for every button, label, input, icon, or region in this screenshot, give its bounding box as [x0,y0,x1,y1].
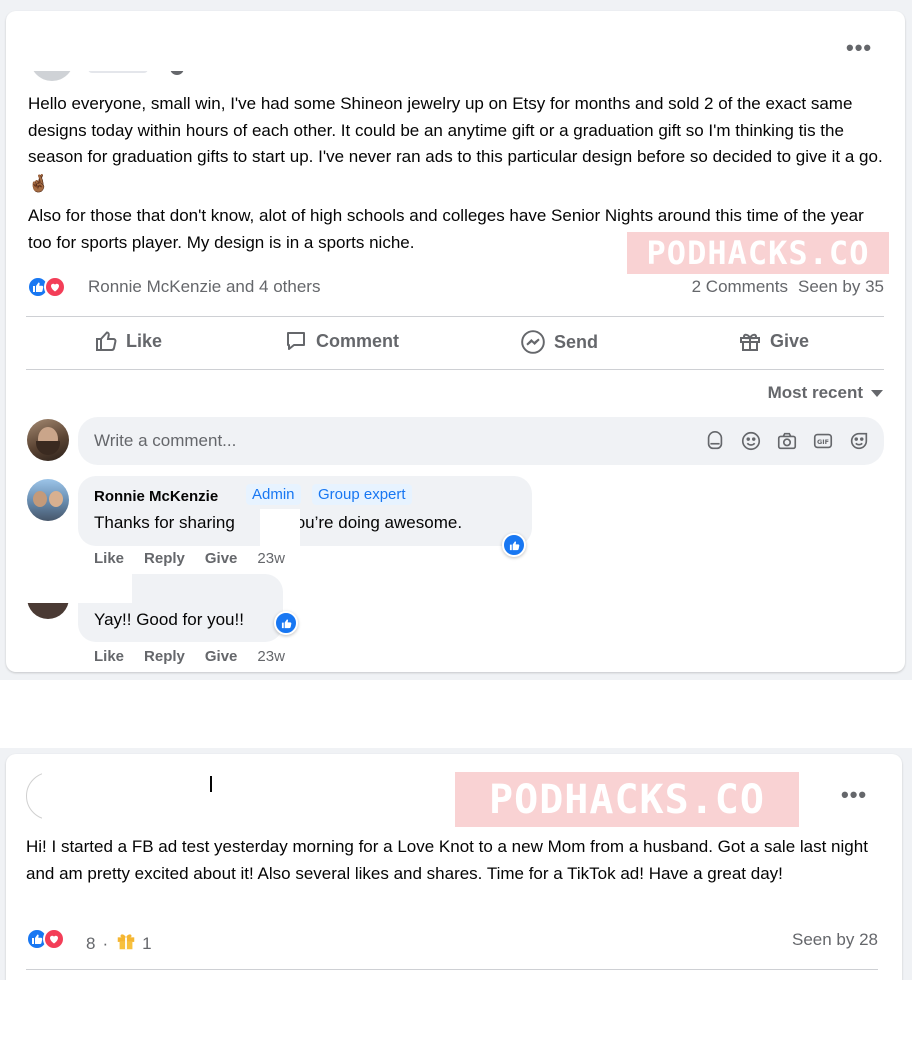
group-expert-badge[interactable]: Group expert [312,484,412,505]
sort-label: Most recent [767,383,863,402]
comment-time[interactable]: 23w [257,550,285,567]
comment-button[interactable]: Comment [284,329,399,353]
svg-text:GIF: GIF [817,438,829,446]
send-button[interactable]: Send [520,329,598,355]
comment-text-end: ! You’re doing awesome. [276,513,463,532]
redacted-mention-box [260,509,300,553]
like-button[interactable]: Like [94,329,162,353]
author-name-redacted [42,768,212,824]
watermark: PODHACKS.CO [455,772,799,827]
seen-by[interactable]: Seen by 35 [798,277,884,297]
page-bottom [0,980,912,1048]
reaction-summary[interactable] [26,928,65,950]
post-card: ••• Hello everyone, small win, I've had … [6,11,905,672]
admin-badge[interactable]: Admin [246,484,301,505]
send-label: Send [554,331,599,352]
gif-icon[interactable]: GIF [812,430,834,457]
author-name-redacted [28,19,276,71]
comment-text-start: Thanks for sharing [94,513,235,532]
reaction-count[interactable]: 8 [86,934,95,954]
comment-input[interactable]: Write a comment... GIF [78,417,884,465]
comment-time[interactable]: 23w [257,648,285,665]
post-paragraph-1: Hello everyone, small win, I've had some… [28,94,883,193]
comment-text: Yay!! Good for you!! [94,610,244,629]
comment-placeholder: Write a comment... [94,431,237,450]
commenter-avatar[interactable] [27,479,69,521]
emoji-icon[interactable] [740,430,762,457]
avatar-sticker-icon[interactable] [704,430,726,457]
composer-tools: GIF [704,430,870,457]
caret-down-icon [871,389,883,397]
seen-by[interactable]: Seen by 28 [792,930,878,950]
camera-icon[interactable] [776,430,798,457]
post-stats: 2 Comments Seen by 35 [692,277,884,297]
give-button[interactable]: Give [738,329,809,353]
sticker-icon[interactable] [848,430,870,457]
post-options-button[interactable]: ••• [846,35,872,61]
give-label: Give [770,330,810,351]
messenger-icon [520,329,546,355]
gift-icon [738,329,762,353]
comment-like-button[interactable]: Like [94,648,124,665]
separator: · [102,933,109,953]
comment-reply-button[interactable]: Reply [144,550,185,567]
commenter-name[interactable]: Ronnie McKenzie [94,488,218,505]
divider [26,969,878,970]
comment-sort-dropdown[interactable]: Most recent [768,383,883,403]
comment-give-button[interactable]: Give [205,648,238,665]
reactions-text[interactable]: Ronnie McKenzie and 4 others [88,277,320,297]
reaction-summary[interactable] [27,276,66,298]
divider [26,369,884,370]
comment-actions: Like Reply Give 23w [94,648,285,665]
gift-icon [115,930,137,957]
thumbs-up-icon [94,329,118,353]
love-reaction-icon [44,276,66,298]
comment-icon [284,329,308,353]
gift-count[interactable]: 1 [142,934,151,954]
comment-label: Comment [316,330,400,351]
love-reaction-icon [43,928,65,950]
commenter-name-redacted [24,565,132,603]
comment-bubble: Ronnie McKenzie Admin Group expert Thank… [78,476,532,546]
comment-give-button[interactable]: Give [205,550,238,567]
post-card: PODHACKS.CO ••• Hi! I started a FB ad te… [6,754,902,994]
like-label: Like [126,330,163,351]
name-fragment [210,776,212,792]
reaction-stats: 8 · 1 [86,930,152,957]
watermark: PODHACKS.CO [627,232,889,274]
post-options-button[interactable]: ••• [841,782,867,808]
comments-count[interactable]: 2 Comments [692,277,788,297]
comment-like-icon[interactable] [274,611,298,635]
comment-like-icon[interactable] [502,533,526,557]
comment-reply-button[interactable]: Reply [144,648,185,665]
current-user-avatar[interactable] [27,419,69,461]
post-body: Hi! I started a FB ad test yesterday mor… [26,837,868,883]
divider [26,316,884,317]
